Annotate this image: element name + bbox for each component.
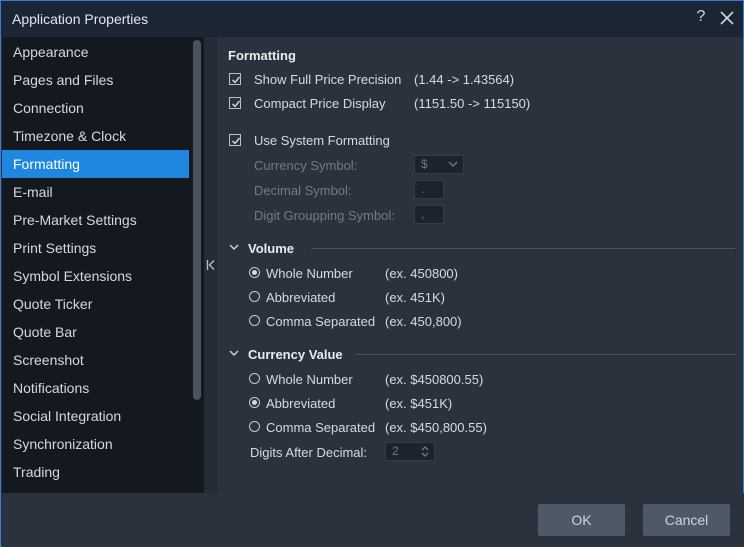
sidebar-item-social-integration[interactable]: Social Integration xyxy=(2,402,189,430)
currency-comma-separated-label: Comma Separated xyxy=(266,420,376,435)
currency-whole-number-radio[interactable] xyxy=(249,373,260,384)
volume-abbreviated-example: (ex. 451K) xyxy=(385,290,445,305)
dialog-footer: OK Cancel xyxy=(2,493,744,547)
volume-section-title: Volume xyxy=(248,241,294,256)
sidebar-item-synchronization[interactable]: Synchronization xyxy=(2,430,189,458)
checkmark-icon xyxy=(232,100,241,108)
volume-abbreviated-radio[interactable] xyxy=(249,291,260,302)
sidebar-item-trading[interactable]: Trading xyxy=(2,458,189,486)
volume-collapse-chevron-icon[interactable] xyxy=(229,244,239,251)
decimal-symbol-label: Decimal Symbol: xyxy=(254,183,352,198)
sidebar-item-timezone-clock[interactable]: Timezone & Clock xyxy=(2,122,189,150)
sidebar-item-appearance[interactable]: Appearance xyxy=(2,38,189,66)
title-bar: Application Properties ? xyxy=(1,1,743,37)
sidebar-scrollbar-thumb[interactable] xyxy=(193,40,201,400)
digits-after-decimal-label: Digits After Decimal: xyxy=(250,445,368,460)
decimal-symbol-input[interactable]: . xyxy=(414,180,444,199)
collapse-sidebar-icon[interactable] xyxy=(206,259,216,271)
show-full-price-precision-label: Show Full Price Precision xyxy=(254,72,402,87)
digits-after-decimal-value: 2 xyxy=(392,444,399,458)
window-title: Application Properties xyxy=(12,11,149,27)
use-system-formatting-checkbox[interactable] xyxy=(229,134,241,146)
volume-comma-separated-label: Comma Separated xyxy=(266,314,376,329)
currency-value-section-divider xyxy=(356,354,735,355)
digit-grouping-symbol-input[interactable]: , xyxy=(414,205,444,224)
cancel-button[interactable]: Cancel xyxy=(643,504,730,536)
currency-symbol-value: $ xyxy=(421,157,428,171)
use-system-formatting-label: Use System Formatting xyxy=(254,133,390,148)
sidebar-item-symbol-extensions[interactable]: Symbol Extensions xyxy=(2,262,189,290)
volume-comma-separated-radio[interactable] xyxy=(249,315,260,326)
sidebar-item-print-settings[interactable]: Print Settings xyxy=(2,234,189,262)
digit-grouping-symbol-value: , xyxy=(421,207,425,221)
volume-abbreviated-label: Abbreviated xyxy=(266,290,336,305)
checkmark-icon xyxy=(232,76,241,84)
show-full-price-precision-example: (1.44 -> 1.43564) xyxy=(414,72,515,87)
sidebar-scrollbar[interactable] xyxy=(190,37,204,493)
ok-button[interactable]: OK xyxy=(538,504,625,536)
sidebar-item-screenshot[interactable]: Screenshot xyxy=(2,346,189,374)
settings-sidebar: Appearance Pages and Files Connection Ti… xyxy=(2,37,204,493)
currency-comma-separated-example: (ex. $450,800.55) xyxy=(385,420,487,435)
help-icon[interactable]: ? xyxy=(694,8,708,26)
sidebar-item-quote-bar[interactable]: Quote Bar xyxy=(2,318,189,346)
currency-value-section-title: Currency Value xyxy=(248,347,343,362)
volume-whole-number-radio[interactable] xyxy=(249,267,260,278)
panel-splitter[interactable] xyxy=(204,37,218,493)
currency-abbreviated-example: (ex. $451K) xyxy=(385,396,453,411)
sidebar-item-notifications[interactable]: Notifications xyxy=(2,374,189,402)
currency-abbreviated-label: Abbreviated xyxy=(266,396,336,411)
application-properties-dialog: Application Properties ? Appearance Page… xyxy=(0,0,744,547)
compact-price-display-example: (1151.50 -> 115150) xyxy=(414,96,531,111)
compact-price-display-checkbox[interactable] xyxy=(229,97,241,109)
currency-comma-separated-radio[interactable] xyxy=(249,421,260,432)
formatting-section-title: Formatting xyxy=(228,48,296,63)
sidebar-item-formatting[interactable]: Formatting xyxy=(2,150,189,178)
currency-whole-number-label: Whole Number xyxy=(266,372,353,387)
currency-symbol-select[interactable]: $ xyxy=(414,155,464,174)
currency-abbreviated-radio[interactable] xyxy=(249,397,260,408)
formatting-panel: Formatting Show Full Price Precision (1.… xyxy=(218,37,743,493)
currency-whole-number-example: (ex. $450800.55) xyxy=(385,372,484,387)
sidebar-item-quote-ticker[interactable]: Quote Ticker xyxy=(2,290,189,318)
show-full-price-precision-checkbox[interactable] xyxy=(229,73,241,85)
volume-comma-separated-example: (ex. 450,800) xyxy=(385,314,462,329)
volume-whole-number-label: Whole Number xyxy=(266,266,353,281)
close-icon[interactable] xyxy=(719,10,735,26)
currency-value-collapse-chevron-icon[interactable] xyxy=(229,350,239,357)
chevron-down-icon xyxy=(448,161,458,167)
sidebar-item-pre-market-settings[interactable]: Pre-Market Settings xyxy=(2,206,189,234)
compact-price-display-label: Compact Price Display xyxy=(254,96,386,111)
sidebar-item-pages-and-files[interactable]: Pages and Files xyxy=(2,66,189,94)
volume-section-divider xyxy=(311,248,735,249)
digits-after-decimal-stepper[interactable]: 2 xyxy=(385,442,435,461)
sidebar-item-email[interactable]: E-mail xyxy=(2,178,189,206)
spinner-arrows-icon[interactable] xyxy=(420,445,430,458)
volume-whole-number-example: (ex. 450800) xyxy=(385,266,458,281)
currency-symbol-label: Currency Symbol: xyxy=(254,158,358,173)
checkmark-icon xyxy=(232,137,241,145)
digit-grouping-symbol-label: Digit Groupping Symbol: xyxy=(254,208,395,223)
decimal-symbol-value: . xyxy=(421,182,425,196)
sidebar-item-connection[interactable]: Connection xyxy=(2,94,189,122)
